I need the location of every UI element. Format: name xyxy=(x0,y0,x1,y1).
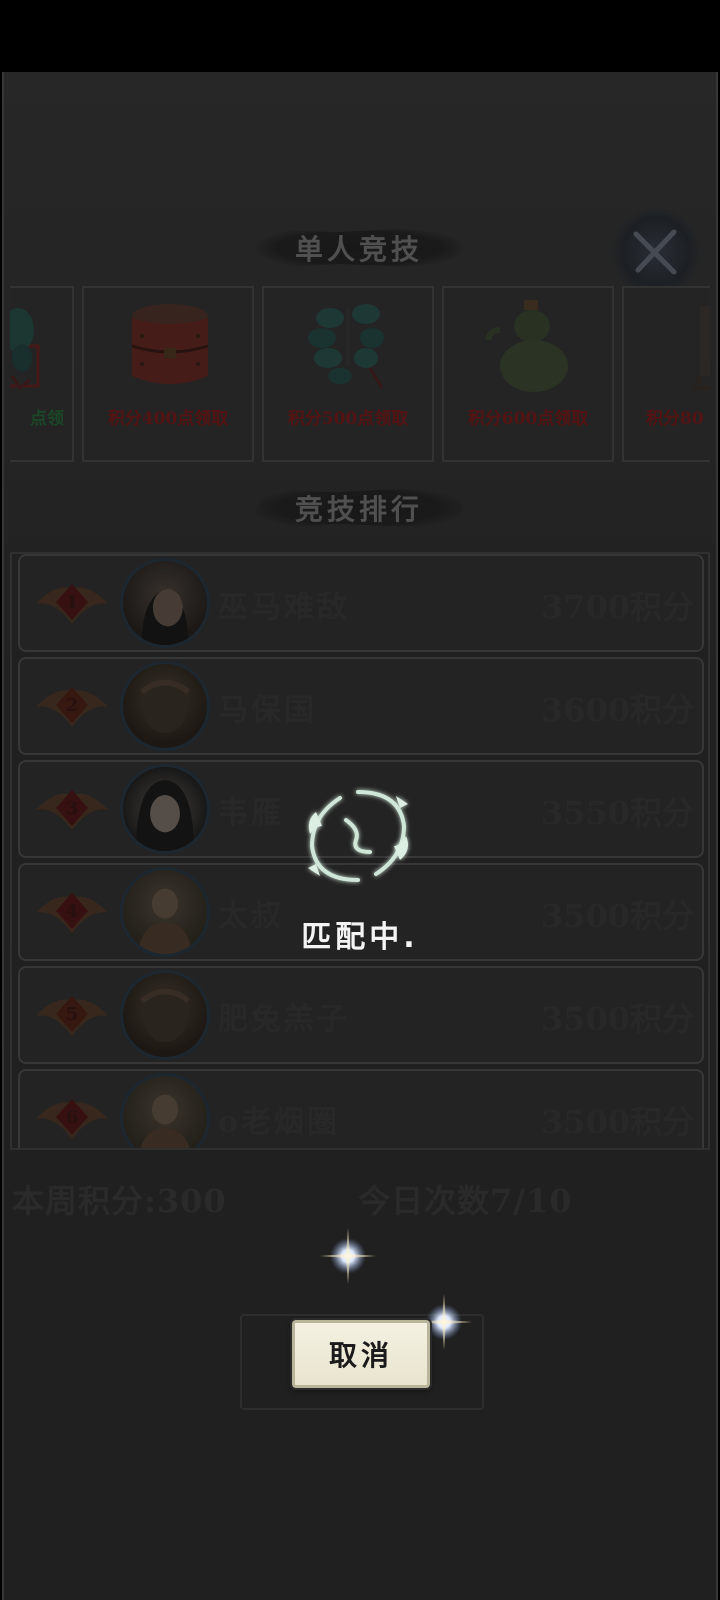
cancel-button-label: 取消 xyxy=(328,1339,393,1372)
cancel-button[interactable]: 取消 xyxy=(292,1320,430,1388)
yin-yang-dragon-icon xyxy=(308,790,408,882)
screen: 单人竞技 点领 积分400点领取 积分500点领取 积分600点领取 积分80 … xyxy=(0,0,720,1600)
sparkle-icon xyxy=(320,1228,376,1284)
status-bar xyxy=(0,0,720,72)
matching-status: 匹配中. xyxy=(301,920,419,955)
